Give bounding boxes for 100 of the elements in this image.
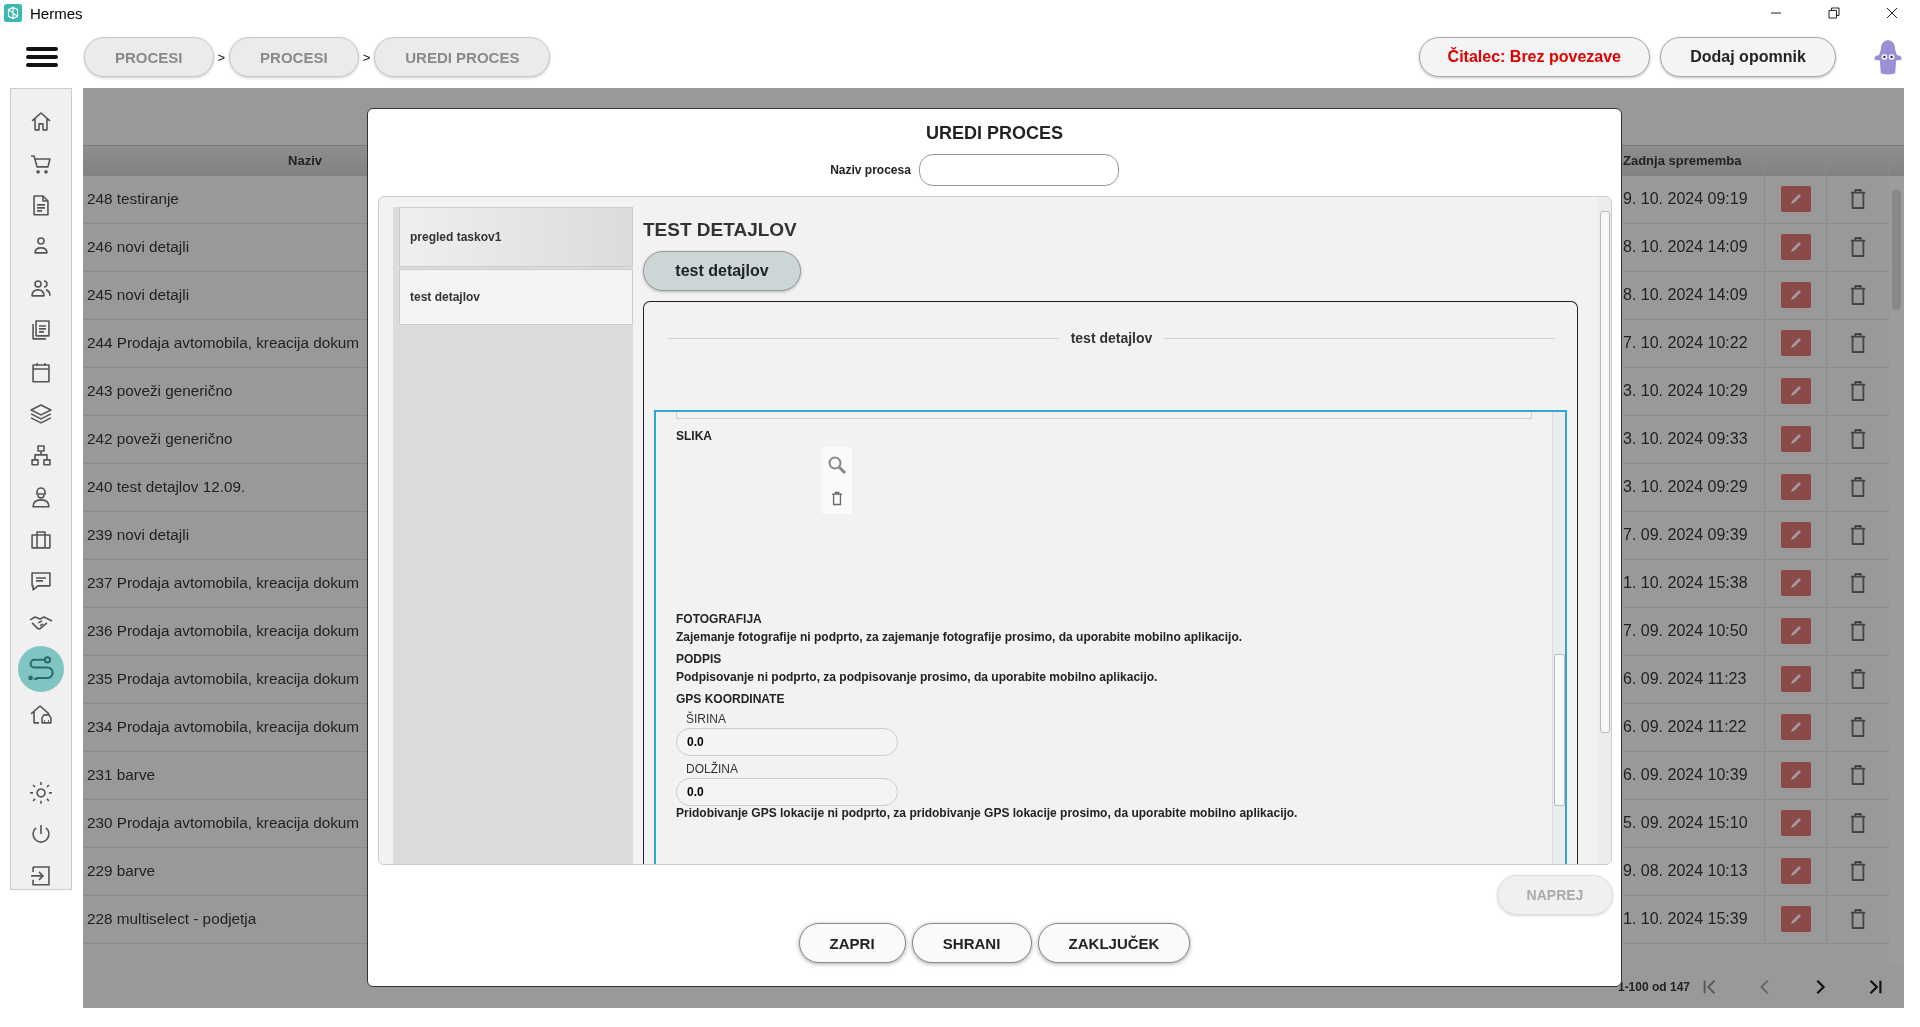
table-cell-text: 8. 10. 2024 14:09	[1623, 237, 1749, 258]
dialog-title: UREDI PROCES	[925, 123, 1064, 144]
table-cell-text: 231 barve	[86, 765, 157, 786]
dialog-button[interactable]: ZAKLJUČEK	[1037, 923, 1191, 963]
trash-icon[interactable]	[1849, 188, 1867, 211]
edit-button[interactable]	[1780, 378, 1811, 405]
table-cell-text: 246 novi detajli	[86, 237, 191, 258]
breadcrumb-separator: >	[217, 49, 226, 65]
edit-button[interactable]	[1780, 234, 1811, 261]
table-cell-text: 236 Prodaja avtomobila, kreacija dokum	[86, 621, 361, 642]
trash-icon[interactable]	[1849, 476, 1867, 499]
trash-icon[interactable]	[1849, 668, 1867, 691]
dialog-button[interactable]: SHRANI	[911, 923, 1032, 963]
add-reminder-button[interactable]: Dodaj opomnik	[1660, 37, 1836, 77]
fieldset-legend: test detajlov	[1070, 330, 1153, 346]
search-icon[interactable]	[827, 455, 847, 475]
table-cell-text: 230 Prodaja avtomobila, kreacija dokum	[86, 813, 361, 834]
table-cell-text: 9. 08. 2024 10:13	[1623, 861, 1749, 882]
trash-icon[interactable]	[1849, 860, 1867, 883]
table-cell-text: 7. 09. 2024 10:50	[1623, 621, 1749, 642]
reader-status-button[interactable]: Čitalec: Brez povezave	[1418, 37, 1650, 77]
step-tab[interactable]: test detajlov	[399, 269, 633, 325]
step-tab[interactable]: pregled taskov1	[399, 207, 633, 267]
field-label: PODPIS	[676, 652, 723, 666]
column-header: Naziv	[287, 152, 323, 171]
edit-button[interactable]	[1780, 858, 1811, 885]
dialog-button[interactable]: ZAPRI	[798, 923, 906, 963]
edit-button[interactable]	[1780, 474, 1811, 501]
table-cell-text: 1. 10. 2024 15:39	[1623, 909, 1749, 930]
process-name-field[interactable]	[918, 154, 1119, 186]
table-cell-text: 244 Prodaja avtomobila, kreacija dokum	[86, 333, 361, 354]
breadcrumb-separator: >	[362, 49, 371, 65]
edit-button[interactable]	[1780, 426, 1811, 453]
info-text: Zajemanje fotografije ni podprto, za zajemanje fotografije prosimo, da uporabite mobilno aplikacijo.	[676, 630, 1244, 644]
field-label: FOTOGRAFIJA	[676, 612, 763, 626]
edit-button[interactable]	[1780, 906, 1811, 933]
menu-icon[interactable]	[26, 45, 58, 69]
table-cell-text: 3. 10. 2024 10:29	[1623, 381, 1749, 402]
table-cell-text: 8. 10. 2024 14:09	[1623, 285, 1749, 306]
scrollbar[interactable]	[1552, 412, 1565, 864]
close-icon[interactable]	[1886, 7, 1898, 19]
edit-button[interactable]	[1780, 522, 1811, 549]
route-icon[interactable]	[18, 646, 64, 693]
field-label: Naziv procesa	[830, 163, 911, 177]
edit-button[interactable]	[1780, 714, 1811, 741]
table-cell-text: 6. 09. 2024 10:39	[1623, 765, 1749, 786]
coordinate-field[interactable]: 0.0	[676, 778, 898, 806]
window-title: Hermes	[30, 4, 83, 22]
trash-icon[interactable]	[1849, 284, 1867, 307]
restore-icon[interactable]	[1828, 7, 1840, 19]
table-cell-text: 3. 10. 2024 09:29	[1623, 477, 1749, 498]
info-text: Podpisovanje ni podprto, za podpisovanje prosimo, da uporabite mobilno aplikacijo.	[676, 670, 1159, 684]
table-cell-text: 237 Prodaja avtomobila, kreacija dokum	[86, 573, 361, 594]
trash-icon[interactable]	[831, 491, 843, 506]
field-label: SLIKA	[676, 429, 713, 443]
trash-icon[interactable]	[1849, 380, 1867, 403]
table-cell-text: 245 novi detajli	[86, 285, 191, 306]
trash-icon[interactable]	[1849, 764, 1867, 787]
edit-button[interactable]	[1780, 810, 1811, 837]
edit-button[interactable]	[1780, 186, 1811, 213]
trash-icon[interactable]	[1849, 524, 1867, 547]
table-cell-text: 3. 10. 2024 09:33	[1623, 429, 1749, 450]
edit-button[interactable]	[1780, 570, 1811, 597]
table-cell-text: 5. 09. 2024 15:10	[1623, 813, 1749, 834]
text-field[interactable]	[676, 412, 1532, 419]
trash-icon[interactable]	[1849, 620, 1867, 643]
trash-icon[interactable]	[1849, 908, 1867, 931]
table-cell-text: 240 test detajlov 12.09.	[86, 477, 247, 498]
field-label: GPS KOORDINATE	[676, 692, 786, 706]
table-cell-text: 243 poveži generično	[86, 381, 234, 402]
coordinate-field[interactable]: 0.0	[676, 728, 898, 756]
edit-button[interactable]	[1780, 282, 1811, 309]
table-cell-text: 6. 09. 2024 11:23	[1623, 669, 1748, 690]
trash-icon[interactable]	[1849, 332, 1867, 355]
edit-button[interactable]	[1780, 330, 1811, 357]
section-title: TEST DETAJLOV	[643, 219, 798, 241]
edit-button[interactable]	[1780, 666, 1811, 693]
trash-icon[interactable]	[1849, 428, 1867, 451]
edit-button[interactable]	[1780, 618, 1811, 645]
table-cell-text: 7. 09. 2024 09:39	[1623, 525, 1749, 546]
info-text: Pridobivanje GPS lokacije ni podprto, za pridobivanje GPS lokacije prosimo, da uporabite mobilno aplikacijo.	[676, 806, 1299, 820]
trash-icon[interactable]	[1849, 812, 1867, 835]
table-cell-text: 234 Prodaja avtomobila, kreacija dokum	[86, 717, 361, 738]
table-cell-text: 239 novi detajli	[86, 525, 191, 546]
scrollbar[interactable]	[1598, 197, 1611, 864]
table-cell-text: 6. 09. 2024 11:22	[1623, 717, 1748, 738]
table-cell-text: 7. 10. 2024 10:22	[1623, 333, 1749, 354]
field-label: DOLŽINA	[686, 762, 739, 776]
table-cell-text: 235 Prodaja avtomobila, kreacija dokum	[86, 669, 361, 690]
column-header: Zadnja sprememba	[1623, 145, 1764, 176]
trash-icon[interactable]	[1849, 716, 1867, 739]
table-cell-text: 242 poveži generično	[86, 429, 234, 450]
page-range: 1-100 od 147	[1617, 980, 1690, 994]
table-cell-text: 248 testiranje	[86, 189, 180, 210]
table-cell-text: 1. 10. 2024 15:38	[1623, 573, 1749, 594]
trash-icon[interactable]	[1849, 236, 1867, 259]
trash-icon[interactable]	[1849, 572, 1867, 595]
step-button[interactable]: test detajlov	[643, 251, 801, 291]
table-cell-text: 229 barve	[86, 861, 157, 882]
edit-button[interactable]	[1780, 762, 1811, 789]
